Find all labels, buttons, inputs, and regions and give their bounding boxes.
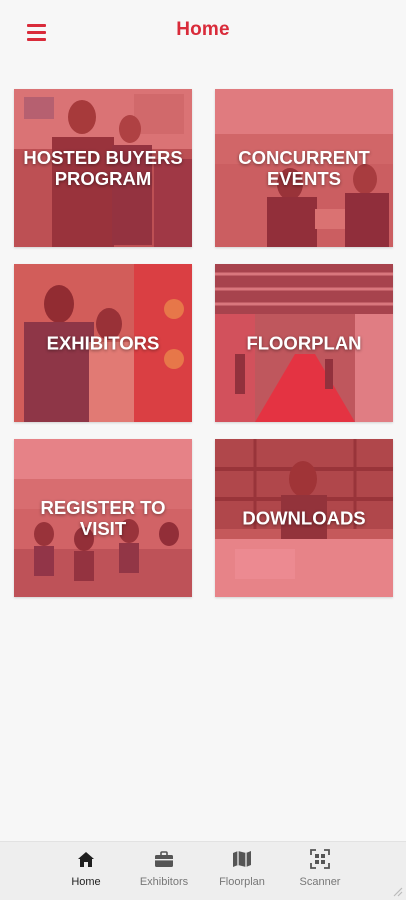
nav-label: Floorplan (219, 876, 265, 888)
home-icon (46, 848, 126, 870)
tile-label: REGISTER TO VISIT (40, 497, 166, 539)
tile-label: DOWNLOADS (242, 507, 366, 529)
tile-label: FLOORPLAN (246, 332, 362, 354)
nav-floorplan[interactable]: Floorplan (202, 848, 282, 888)
nav-label: Exhibitors (139, 876, 189, 888)
tile-floorplan[interactable]: FLOORPLAN (215, 264, 393, 422)
briefcase-icon (124, 848, 204, 870)
tile-concurrent-events[interactable]: CONCURRENT EVENTS (215, 89, 393, 247)
nav-label: Home (71, 876, 101, 888)
bottom-nav: Home Exhibitors Floorplan Scanner (0, 841, 406, 900)
nav-scanner[interactable]: Scanner (280, 848, 360, 888)
tile-grid: HOSTED BUYERS PROGRAM CONCURRENT EVENTS (0, 0, 406, 620)
tile-label: HOSTED BUYERS PROGRAM (23, 147, 183, 189)
tile-label: EXHIBITORS (46, 332, 160, 354)
tile-exhibitors[interactable]: EXHIBITORS (14, 264, 192, 422)
map-icon (202, 848, 282, 870)
tile-hosted-buyers-program[interactable]: HOSTED BUYERS PROGRAM (14, 89, 192, 247)
tile-downloads[interactable]: DOWNLOADS (215, 439, 393, 597)
nav-exhibitors[interactable]: Exhibitors (124, 848, 204, 888)
tile-label: CONCURRENT EVENTS (238, 147, 370, 189)
tile-register-to-visit[interactable]: REGISTER TO VISIT (14, 439, 192, 597)
nav-home[interactable]: Home (46, 848, 126, 888)
nav-label: Scanner (299, 876, 341, 888)
resize-grip-icon (393, 887, 403, 897)
qr-scanner-icon (280, 848, 360, 870)
